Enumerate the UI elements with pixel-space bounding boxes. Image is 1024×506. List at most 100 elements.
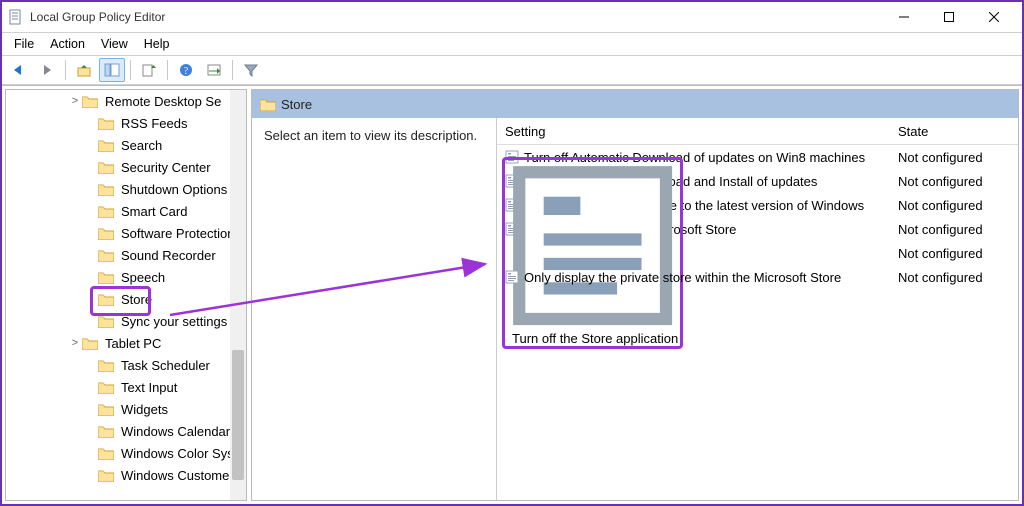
svg-text:?: ? xyxy=(184,66,189,77)
folder-icon xyxy=(98,271,114,284)
tree-item-label: Text Input xyxy=(119,380,177,395)
maximize-button[interactable] xyxy=(926,2,971,32)
help-button[interactable]: ? xyxy=(173,58,199,82)
tree-item[interactable]: Windows Color Syst xyxy=(6,442,246,464)
folder-icon xyxy=(98,315,114,328)
setting-row[interactable]: Turn off the Store applicationNot config… xyxy=(497,241,1018,265)
setting-name: Turn off the Store application xyxy=(512,331,678,346)
tree-item[interactable]: > Remote Desktop Se xyxy=(6,90,246,112)
tree-pane: > Remote Desktop Se RSS Feeds Search Securit… xyxy=(5,89,247,501)
folder-icon xyxy=(98,447,114,460)
app-icon xyxy=(8,9,24,25)
menu-view[interactable]: View xyxy=(93,35,136,53)
setting-state: Not configured xyxy=(892,198,1018,213)
tree-item-label: Windows Color Syst xyxy=(119,446,237,461)
description-text: Select an item to view its description. xyxy=(264,128,477,143)
setting-state: Not configured xyxy=(892,246,1018,261)
setting-state: Not configured xyxy=(892,150,1018,165)
tree-item-label: Windows Customer xyxy=(119,468,234,483)
tree-item[interactable]: Search xyxy=(6,134,246,156)
folder-icon xyxy=(98,359,114,372)
details-header-title: Store xyxy=(281,97,312,112)
tree-item-label: Speech xyxy=(119,270,165,285)
setting-highlight: Turn off the Store application xyxy=(502,157,683,349)
tree-item-label: Store xyxy=(119,292,152,307)
tree-item[interactable]: Shutdown Options xyxy=(6,178,246,200)
setting-state: Not configured xyxy=(892,174,1018,189)
tree-item-label: Task Scheduler xyxy=(119,358,210,373)
folder-icon xyxy=(98,293,114,306)
description-panel: Select an item to view its description. xyxy=(252,118,497,500)
filter-button[interactable] xyxy=(238,58,264,82)
setting-state: Not configured xyxy=(892,222,1018,237)
tree-item-label: Widgets xyxy=(119,402,168,417)
folder-icon xyxy=(98,117,114,130)
folder-icon xyxy=(98,205,114,218)
tree-item-label: Sync your settings xyxy=(119,314,227,329)
setting-state: Not configured xyxy=(892,270,1018,285)
policy-icon xyxy=(505,270,519,284)
tree-item-label: Search xyxy=(119,138,162,153)
tree-item[interactable]: Speech xyxy=(6,266,246,288)
tree-scrollbar[interactable] xyxy=(230,90,246,500)
folder-icon xyxy=(98,403,114,416)
export-button[interactable] xyxy=(136,58,162,82)
expander-icon[interactable]: > xyxy=(68,95,82,107)
folder-icon xyxy=(82,95,98,108)
tree-item[interactable]: Security Center xyxy=(6,156,246,178)
folder-icon xyxy=(98,227,114,240)
forward-button[interactable] xyxy=(34,58,60,82)
tree-item-label: Smart Card xyxy=(119,204,187,219)
settings-grid: Setting State Turn off Automatic Downloa… xyxy=(497,118,1018,500)
tree-item-label: Software Protection xyxy=(119,226,234,241)
window-title: Local Group Policy Editor xyxy=(30,10,165,24)
tree-item[interactable]: Sync your settings xyxy=(6,310,246,332)
folder-icon xyxy=(98,425,114,438)
tree-item-label: Sound Recorder xyxy=(119,248,216,263)
tree-item[interactable]: RSS Feeds xyxy=(6,112,246,134)
tree-item-label: Windows Calendar xyxy=(119,424,230,439)
close-button[interactable] xyxy=(971,2,1016,32)
tree-item-label: Tablet PC xyxy=(103,336,161,351)
folder-icon xyxy=(98,469,114,482)
tree-item[interactable]: Smart Card xyxy=(6,200,246,222)
tree-item[interactable]: Task Scheduler xyxy=(6,354,246,376)
folder-icon xyxy=(98,161,114,174)
tree-scroll-thumb[interactable] xyxy=(232,350,244,480)
tree-item-label: Shutdown Options xyxy=(119,182,227,197)
folder-icon xyxy=(98,183,114,196)
back-button[interactable] xyxy=(6,58,32,82)
tree-item[interactable]: Sound Recorder xyxy=(6,244,246,266)
title-bar: Local Group Policy Editor xyxy=(2,2,1022,33)
expander-icon[interactable]: > xyxy=(68,337,82,349)
details-header: Store xyxy=(252,90,1018,118)
tree-item[interactable]: Software Protection xyxy=(6,222,246,244)
column-state[interactable]: State xyxy=(892,124,1018,139)
folder-icon xyxy=(98,381,114,394)
menu-bar: File Action View Help xyxy=(2,33,1022,56)
folder-icon xyxy=(260,98,276,111)
up-button[interactable] xyxy=(71,58,97,82)
tree-item-label: Remote Desktop Se xyxy=(103,94,221,109)
tree-item[interactable]: Text Input xyxy=(6,376,246,398)
setting-name: Only display the private store within th… xyxy=(524,270,841,285)
tree-item[interactable]: Widgets xyxy=(6,398,246,420)
tree-item[interactable]: Windows Calendar xyxy=(6,420,246,442)
folder-icon xyxy=(98,249,114,262)
grid-header: Setting State xyxy=(497,118,1018,145)
column-setting[interactable]: Setting xyxy=(497,124,892,139)
minimize-button[interactable] xyxy=(881,2,926,32)
menu-help[interactable]: Help xyxy=(136,35,178,53)
details-pane: Store Select an item to view its descrip… xyxy=(251,89,1019,501)
tree-item[interactable]: Store xyxy=(6,288,246,310)
show-hide-tree-button[interactable] xyxy=(99,58,125,82)
menu-action[interactable]: Action xyxy=(42,35,93,53)
properties-button[interactable] xyxy=(201,58,227,82)
tree-item[interactable]: > Tablet PC xyxy=(6,332,246,354)
folder-icon xyxy=(98,139,114,152)
tree-item[interactable]: Windows Customer xyxy=(6,464,246,486)
toolbar: ? xyxy=(2,56,1022,85)
tree-item-label: Security Center xyxy=(119,160,211,175)
menu-file[interactable]: File xyxy=(6,35,42,53)
folder-icon xyxy=(82,337,98,350)
